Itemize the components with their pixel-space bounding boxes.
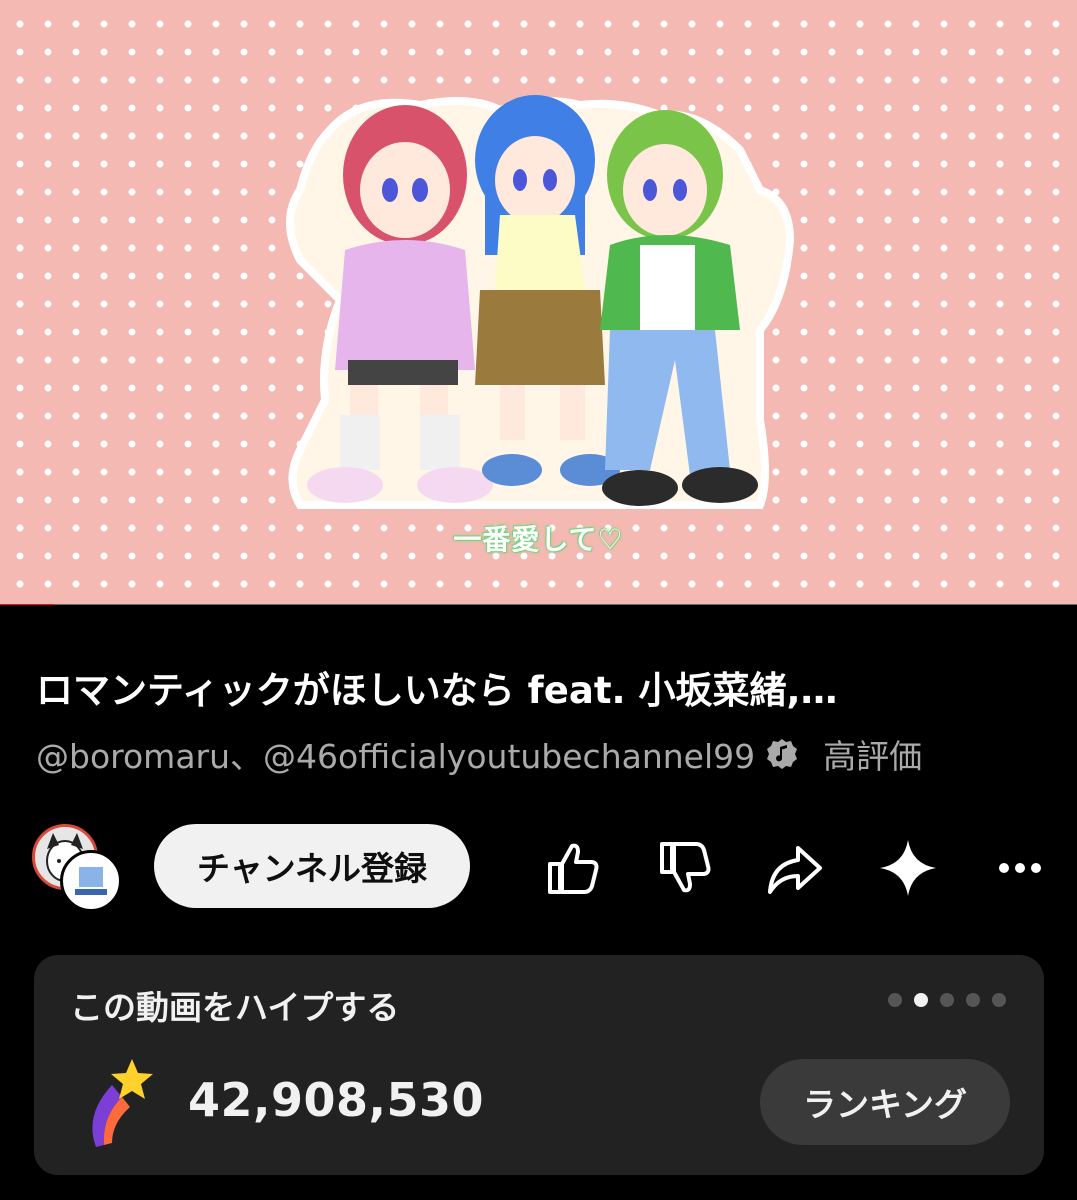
shooting-star-icon [92, 1059, 153, 1147]
carousel-dot [940, 993, 954, 1007]
avatar[interactable] [60, 850, 122, 912]
hype-card[interactable]: この動画をハイプする 42,908,530 ランキング [34, 955, 1044, 1175]
channel-avatars[interactable] [32, 824, 124, 912]
thumbs-up-icon[interactable] [540, 836, 604, 900]
share-arrow-icon[interactable] [762, 836, 826, 900]
ranking-button[interactable]: ランキング [760, 1059, 1010, 1145]
carousel-dot [914, 993, 928, 1007]
music-note-verified-icon [767, 739, 798, 769]
carousel-dot [992, 993, 1006, 1007]
channel-names[interactable]: @boromaru、@46officialyoutubechannel99 [36, 730, 755, 778]
like-rating-label: 高評価 [823, 737, 923, 776]
video-progress-bar[interactable] [0, 604, 1077, 605]
carousel-page-dots [888, 993, 1006, 1007]
video-progress-fill [0, 604, 54, 605]
thumbs-down-icon[interactable] [652, 836, 716, 900]
video-frame-illustration [286, 95, 795, 509]
hype-count: 42,908,530 [188, 1073, 485, 1127]
video-player[interactable]: 一番愛して♡ [0, 0, 1077, 605]
more-horizontal-icon[interactable] [988, 836, 1052, 900]
carousel-dot [966, 993, 980, 1007]
channel-line[interactable]: @boromaru、@46officialyoutubechannel99 高評… [36, 732, 922, 776]
hype-title: この動画をハイプする [70, 988, 400, 1027]
subscribe-button[interactable]: チャンネル登録 [154, 824, 470, 908]
sparkle-icon[interactable] [876, 836, 940, 900]
video-subtitle-caption: 一番愛して♡ [453, 523, 624, 556]
carousel-dot [888, 993, 902, 1007]
video-title[interactable]: ロマンティックがほしいなら feat. 小坂菜緒,… [36, 660, 1041, 714]
